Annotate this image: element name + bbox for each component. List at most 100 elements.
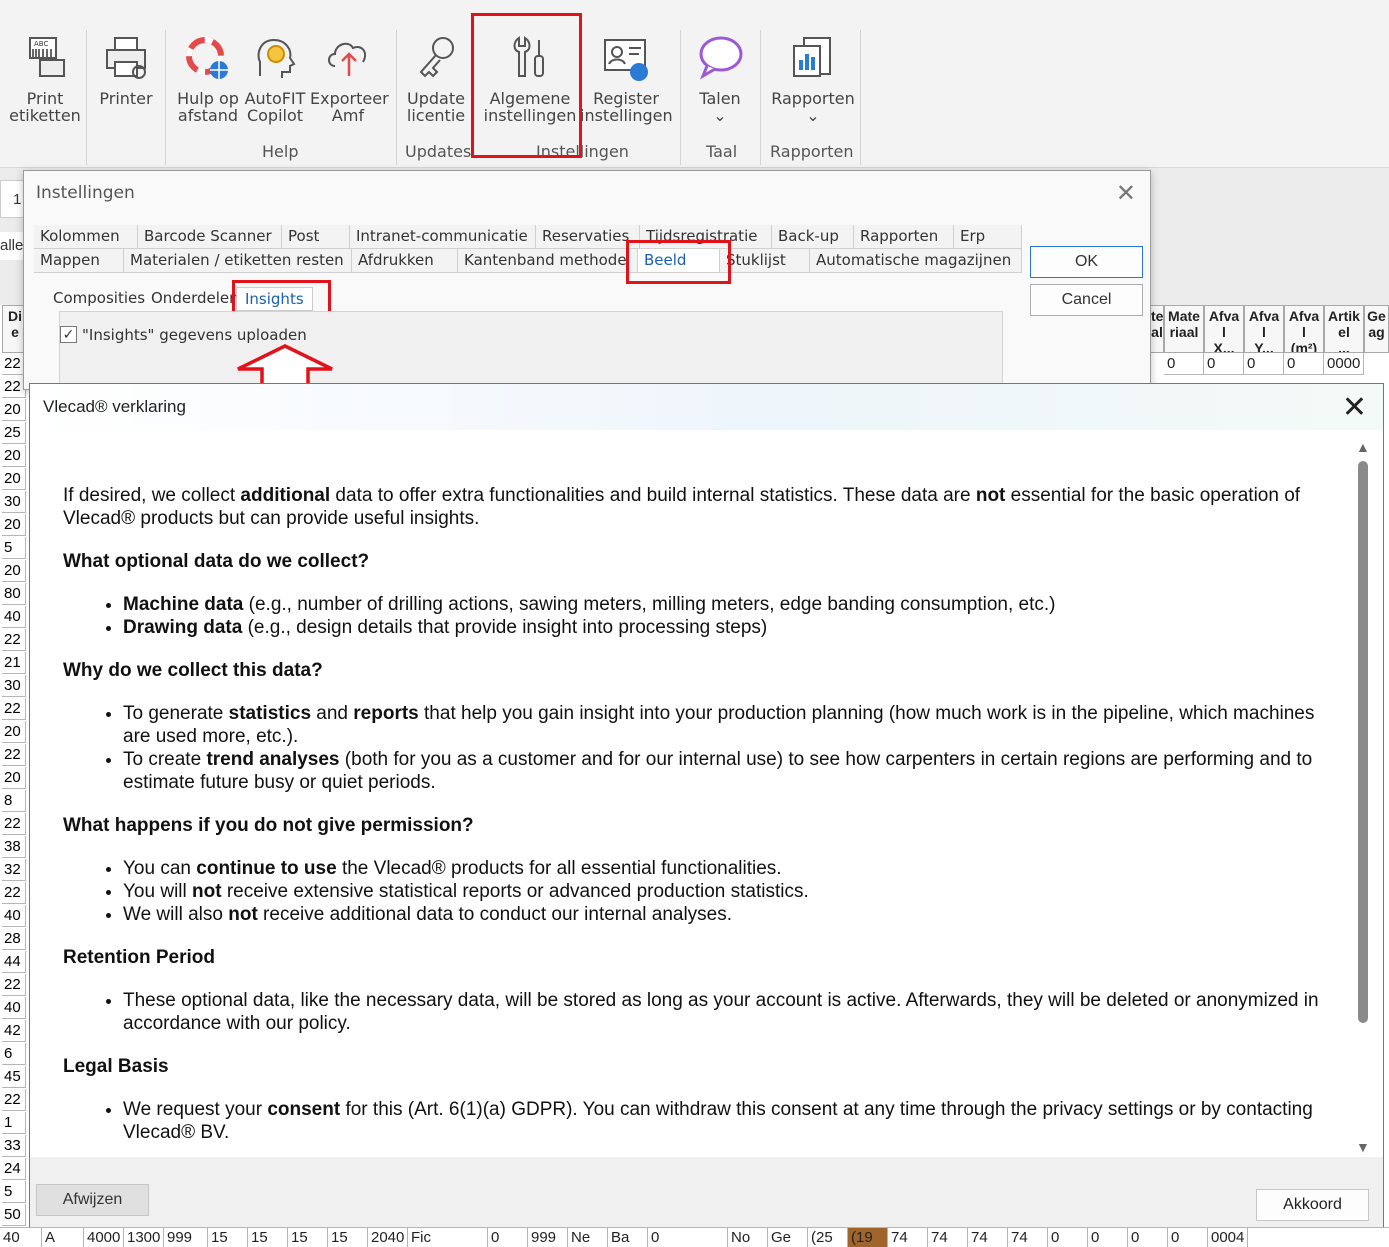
table-cell[interactable]: 15 [248,1228,288,1247]
row-number[interactable]: 22 [2,744,26,766]
update-license-button[interactable]: Update licentie [402,32,470,124]
scroll-down-icon[interactable]: ▼ [1356,1139,1370,1155]
row-number[interactable]: 1 [2,1112,26,1134]
tab-erp[interactable]: Erp [954,225,1022,249]
row-number[interactable]: 30 [2,491,26,513]
table-cell[interactable]: (19 [848,1228,888,1247]
row-number[interactable]: 44 [2,951,26,973]
tab-rapporten[interactable]: Rapporten [854,225,954,249]
row-number[interactable]: 8 [2,790,26,812]
insights-upload-checkbox[interactable]: ✓ [60,326,77,343]
row-number[interactable]: 6 [2,1043,26,1065]
tab-afdrukken[interactable]: Afdrukken [352,249,458,273]
vertical-scrollbar[interactable]: ▲ ▼ [1353,439,1373,1159]
row-number[interactable]: 45 [2,1066,26,1088]
table-cell[interactable]: 0 [1284,353,1324,375]
print-labels-button[interactable]: ABC Print etiketten [8,32,82,124]
tab-materialen[interactable]: Materialen / etiketten resten [124,249,352,273]
export-amf-button[interactable]: Exporteer Amf [310,32,389,124]
close-icon[interactable]: ✕ [1342,390,1367,425]
table-cell[interactable]: 999 [528,1228,568,1247]
tab-stuklijst[interactable]: Stuklijst [720,249,810,273]
row-number[interactable]: 50 [2,1204,26,1226]
row-number[interactable]: 28 [2,928,26,950]
tab-intranet[interactable]: Intranet-communicatie [350,225,536,249]
column-header[interactable]: Afva l Y... [1244,305,1284,353]
tab-kolommen[interactable]: Kolommen [34,225,138,249]
tab-back-up[interactable]: Back-up [772,225,854,249]
row-number[interactable]: 42 [2,1020,26,1042]
tab-post[interactable]: Post [282,225,350,249]
table-cell[interactable]: Ge [768,1228,808,1247]
column-header[interactable]: Ge ag [1364,305,1389,353]
row-number[interactable]: 21 [2,652,26,674]
row-number[interactable]: 20 [2,445,26,467]
tab-reservaties[interactable]: Reservaties [536,225,640,249]
row-number[interactable]: 25 [2,422,26,444]
table-cell[interactable]: 999 [164,1228,208,1247]
tab-barcode-scanner[interactable]: Barcode Scanner [138,225,282,249]
autofit-copilot-button[interactable]: AutoFIT Copilot [242,32,308,124]
subtab-onderdelen[interactable]: Onderdelen [151,289,239,307]
table-cell[interactable]: 1300 [124,1228,164,1247]
table-cell[interactable]: 15 [208,1228,248,1247]
register-settings-button[interactable]: Register instellingen [580,32,673,124]
row-number[interactable]: 22 [2,882,26,904]
table-cell[interactable]: 0000 [1324,353,1364,375]
tab-automatische-magazijnen[interactable]: Automatische magazijnen [810,249,1022,273]
table-cell[interactable]: No [728,1228,768,1247]
table-cell[interactable]: 15 [288,1228,328,1247]
row-number[interactable]: 20 [2,399,26,421]
table-cell[interactable]: 0 [648,1228,728,1247]
table-cell[interactable]: 2040 [368,1228,408,1247]
column-header[interactable]: Artik el ... [1324,305,1364,353]
table-cell[interactable]: 74 [888,1228,928,1247]
table-cell[interactable]: A [42,1228,84,1247]
table-cell[interactable]: 0 [1168,1228,1208,1247]
cancel-button[interactable]: Cancel [1030,284,1143,316]
row-number[interactable]: 22 [2,698,26,720]
printer-button[interactable]: Printer [92,32,160,107]
table-cell[interactable]: (25 [808,1228,848,1247]
table-cell[interactable]: 40 [0,1228,42,1247]
row-number[interactable]: 24 [2,1158,26,1180]
row-number[interactable]: 22 [2,813,26,835]
close-icon[interactable]: ✕ [1116,179,1136,208]
table-cell[interactable]: 0 [488,1228,528,1247]
reject-button[interactable]: Afwijzen [36,1184,149,1216]
table-cell[interactable]: 15 [328,1228,368,1247]
row-number[interactable]: 38 [2,836,26,858]
row-number[interactable]: 20 [2,468,26,490]
languages-button[interactable]: Talen ⌄ [688,32,752,124]
subtab-composities[interactable]: Composities [53,289,145,307]
row-number[interactable]: 30 [2,675,26,697]
column-header[interactable]: Afva l (m²) [1284,305,1324,353]
table-cell[interactable]: 0 [1048,1228,1088,1247]
row-number[interactable]: 5 [2,537,26,559]
column-header[interactable]: Mate riaal [1164,305,1204,353]
tab-mappen[interactable]: Mappen [34,249,124,273]
row-number[interactable]: 20 [2,721,26,743]
row-number[interactable]: 33 [2,1135,26,1157]
row-number[interactable]: 80 [2,583,26,605]
row-number[interactable]: 5 [2,1181,26,1203]
accept-button[interactable]: Akkoord [1256,1189,1369,1221]
scroll-up-icon[interactable]: ▲ [1356,439,1370,455]
table-cell[interactable]: 74 [1008,1228,1048,1247]
table-cell[interactable]: 4000 [84,1228,124,1247]
table-cell[interactable]: 0 [1128,1228,1168,1247]
table-cell[interactable]: Ba [608,1228,648,1247]
row-number[interactable]: 32 [2,859,26,881]
reports-button[interactable]: Rapporten ⌄ [768,32,858,124]
row-number[interactable]: 22 [2,1089,26,1111]
table-cell[interactable]: Fic [408,1228,488,1247]
row-number[interactable]: 40 [2,997,26,1019]
table-cell[interactable]: 0 [1164,353,1204,375]
column-header[interactable]: Afva l X... [1204,305,1244,353]
row-number[interactable]: 20 [2,560,26,582]
table-cell[interactable]: 0 [1088,1228,1128,1247]
table-cell[interactable]: 74 [928,1228,968,1247]
row-number[interactable]: 40 [2,606,26,628]
table-cell[interactable]: 0004 [1208,1228,1248,1247]
table-cell[interactable]: 0 [1244,353,1284,375]
